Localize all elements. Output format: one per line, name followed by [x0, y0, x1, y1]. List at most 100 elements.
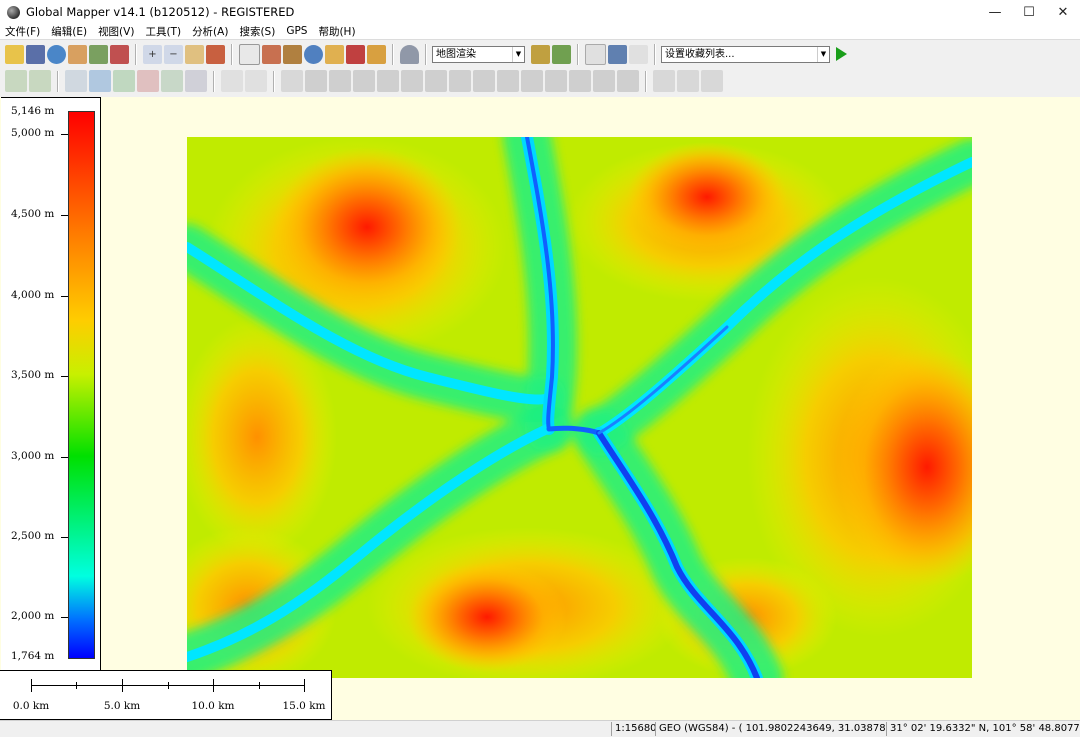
arrow-up-icon[interactable] [677, 70, 699, 92]
edit-vertex-icon[interactable] [65, 70, 87, 92]
chevron-down-icon[interactable]: ▼ [512, 46, 524, 62]
save-icon[interactable] [26, 44, 45, 64]
smooth-icon[interactable] [305, 70, 327, 92]
rotate-feature-icon[interactable] [89, 70, 111, 92]
measure-icon[interactable] [262, 44, 281, 64]
layer-control-icon[interactable] [68, 44, 87, 64]
merge-icon[interactable] [569, 70, 591, 92]
crop-icon[interactable] [497, 70, 519, 92]
zoom-in-icon[interactable]: + [143, 44, 162, 64]
elevation-raster[interactable] [187, 137, 972, 678]
sparkle-icon[interactable] [629, 44, 648, 64]
3d-view-icon[interactable] [400, 44, 419, 64]
layer-select[interactable]: 地图渲染 ▼ [432, 45, 525, 63]
legend-label: 2,500 m [11, 530, 55, 542]
split-feature-icon[interactable] [137, 70, 159, 92]
erase-icon[interactable] [545, 70, 567, 92]
book-icon[interactable] [608, 44, 627, 64]
export-icon[interactable] [89, 44, 108, 64]
path-profile-icon[interactable] [346, 44, 365, 64]
flag-icon[interactable] [585, 43, 606, 65]
close-button[interactable]: ✕ [1046, 0, 1080, 24]
offset-icon[interactable] [401, 70, 423, 92]
legend-label: 4,000 m [11, 289, 55, 301]
menu-search[interactable]: 搜索(S) [234, 24, 281, 39]
intersect-icon[interactable] [449, 70, 471, 92]
elevation-legend: 5,146 m 5,000 m 4,500 m 4,000 m 3,500 m … [1, 97, 101, 673]
maximize-button[interactable]: ☐ [1012, 0, 1046, 24]
feature-info-icon[interactable] [304, 44, 323, 64]
shader-settings-icon[interactable] [552, 44, 571, 64]
toolbar-separator [213, 70, 215, 92]
difference-icon[interactable] [473, 70, 495, 92]
bookmark-select[interactable]: 设置收藏列表... ▼ [661, 45, 830, 63]
explode-icon[interactable] [593, 70, 615, 92]
toolbar-separator [392, 43, 394, 65]
map-view[interactable]: 5,146 m 5,000 m 4,500 m 4,000 m 3,500 m … [0, 97, 1080, 720]
home-icon[interactable] [206, 44, 225, 64]
join-icon[interactable] [353, 70, 375, 92]
snap-icon[interactable] [653, 70, 675, 92]
zoom-out-icon[interactable]: − [164, 44, 183, 64]
scale-label: 5.0 km [103, 700, 141, 712]
menu-gps[interactable]: GPS [281, 25, 313, 37]
play-icon[interactable] [836, 47, 847, 61]
undo-icon[interactable] [701, 70, 723, 92]
chevron-down-icon[interactable]: ▼ [817, 46, 829, 62]
title-bar: Global Mapper v14.1 (b120512) - REGISTER… [0, 0, 1080, 24]
simplify-icon[interactable] [329, 70, 351, 92]
menu-edit[interactable]: 编辑(E) [46, 24, 93, 39]
legend-color-ramp [68, 111, 95, 659]
move-feature-icon[interactable] [113, 70, 135, 92]
menu-tools[interactable]: 工具(T) [140, 24, 187, 39]
status-bar: 1:156800 GEO (WGS84) - ( 101.9802243649,… [0, 720, 1080, 737]
render-settings-icon[interactable] [531, 44, 550, 64]
digitizer-icon[interactable] [325, 44, 344, 64]
grid-feature-icon[interactable] [185, 70, 207, 92]
legend-label: 2,000 m [11, 610, 55, 622]
buffer-icon[interactable] [377, 70, 399, 92]
ruler-icon[interactable] [283, 44, 302, 64]
scale-bar-tick [213, 679, 214, 692]
toolbar-separator [231, 43, 233, 65]
legend-tick [61, 134, 68, 135]
status-projection: GEO (WGS84) - ( 101.9802243649, 31.03878… [655, 722, 885, 736]
menu-bar: 文件(F) 编辑(E) 视图(V) 工具(T) 分析(A) 搜索(S) GPS … [0, 24, 1080, 38]
status-scale: 1:156800 [611, 722, 655, 736]
legend-tick [61, 215, 68, 216]
reshape-icon[interactable] [281, 70, 303, 92]
toolbar-separator [135, 43, 137, 65]
menu-analysis[interactable]: 分析(A) [187, 24, 234, 39]
legend-tick [61, 617, 68, 618]
scale-label: 10.0 km [191, 700, 235, 712]
window-title: Global Mapper v14.1 (b120512) - REGISTER… [26, 5, 295, 19]
view-shed-icon[interactable] [367, 44, 386, 64]
legend-tick [61, 457, 68, 458]
pan-icon[interactable] [185, 44, 204, 64]
legend-tick [61, 296, 68, 297]
union-icon[interactable] [425, 70, 447, 92]
web-globe-icon[interactable] [47, 44, 66, 64]
legend-label: 3,000 m [11, 450, 55, 462]
point-tool-icon[interactable] [221, 70, 243, 92]
scale-bar-tick [76, 682, 77, 689]
minimize-button[interactable]: — [978, 0, 1012, 24]
scale-bar-tick [168, 682, 169, 689]
menu-help[interactable]: 帮助(H) [313, 24, 361, 39]
close-shape-icon[interactable] [617, 70, 639, 92]
fill-icon[interactable] [521, 70, 543, 92]
open-folder-icon[interactable] [5, 44, 24, 64]
config-tools-icon[interactable] [110, 44, 129, 64]
zoom-tool-icon[interactable] [239, 43, 260, 65]
digitize-line-icon[interactable] [29, 70, 51, 92]
toolbar-separator [654, 43, 656, 65]
digitize-area-icon[interactable] [5, 70, 27, 92]
menu-file[interactable]: 文件(F) [0, 24, 46, 39]
scale-bar-tick [259, 682, 260, 689]
toolbar-area: + − 地图渲染 ▼ 设置收藏列表... ▼ [0, 39, 1080, 98]
toolbar-separator [577, 43, 579, 65]
menu-view[interactable]: 视图(V) [93, 24, 140, 39]
line-tool-icon[interactable] [245, 70, 267, 92]
toolbar-separator [57, 70, 59, 92]
cut-feature-icon[interactable] [161, 70, 183, 92]
